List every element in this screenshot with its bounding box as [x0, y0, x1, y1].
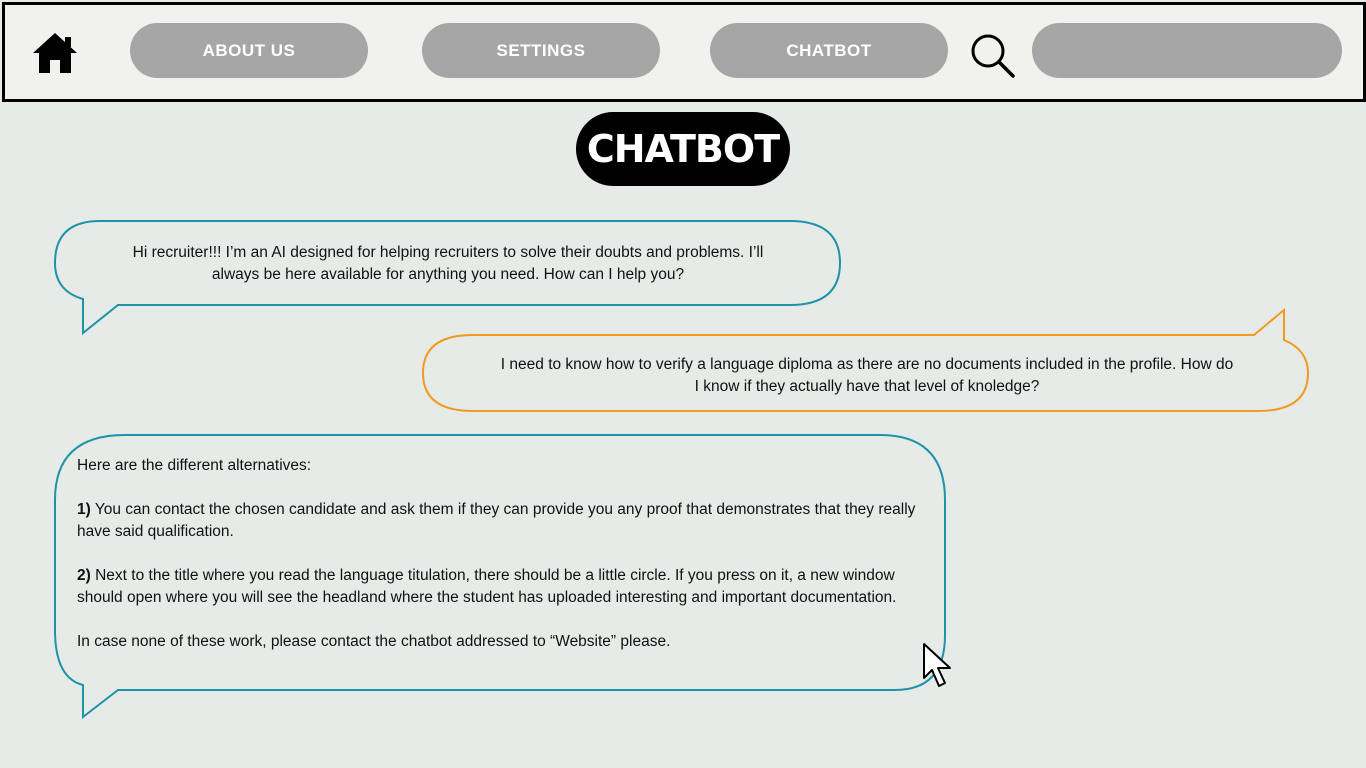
bot-greeting-line-2: always be here available for anything yo…: [211, 266, 685, 283]
top-nav-bar: ABOUT US SETTINGS CHATBOT: [2, 2, 1366, 102]
nav-settings-button[interactable]: SETTINGS: [422, 23, 660, 78]
bot-answer-item-1: 1) You can contact the chosen candidate …: [77, 499, 937, 543]
item-2-number: 2): [77, 567, 91, 584]
bot-answer-message: Here are the different alternatives: 1) …: [77, 455, 937, 653]
nav-chatbot-button[interactable]: CHATBOT: [710, 23, 948, 78]
bot-answer-closing: In case none of these work, please conta…: [77, 633, 671, 650]
search-input[interactable]: [1032, 23, 1342, 78]
bot-greeting-line-1: Hi recruiter!!! I’m an AI designed for h…: [132, 244, 764, 261]
user-question-message: I need to know how to verify a language …: [428, 354, 1306, 398]
item-1-text: You can contact the chosen candidate and…: [77, 501, 916, 540]
bot-greeting-message: Hi recruiter!!! I’m an AI designed for h…: [62, 242, 834, 286]
item-1-number: 1): [77, 501, 91, 518]
nav-about-us-button[interactable]: ABOUT US: [130, 23, 368, 78]
home-icon[interactable]: [31, 29, 79, 77]
page-title: CHATBOT: [576, 112, 790, 186]
search-icon[interactable]: [968, 31, 1016, 79]
bot-answer-item-2: 2) Next to the title where you read the …: [77, 565, 937, 609]
bot-answer-intro: Here are the different alternatives:: [77, 457, 312, 474]
user-question-line-1: I need to know how to verify a language …: [500, 356, 1234, 373]
mouse-pointer-icon: [923, 643, 951, 687]
user-question-line-2: I know if they actually have that level …: [694, 378, 1040, 395]
item-2-text: Next to the title where you read the lan…: [77, 567, 897, 606]
